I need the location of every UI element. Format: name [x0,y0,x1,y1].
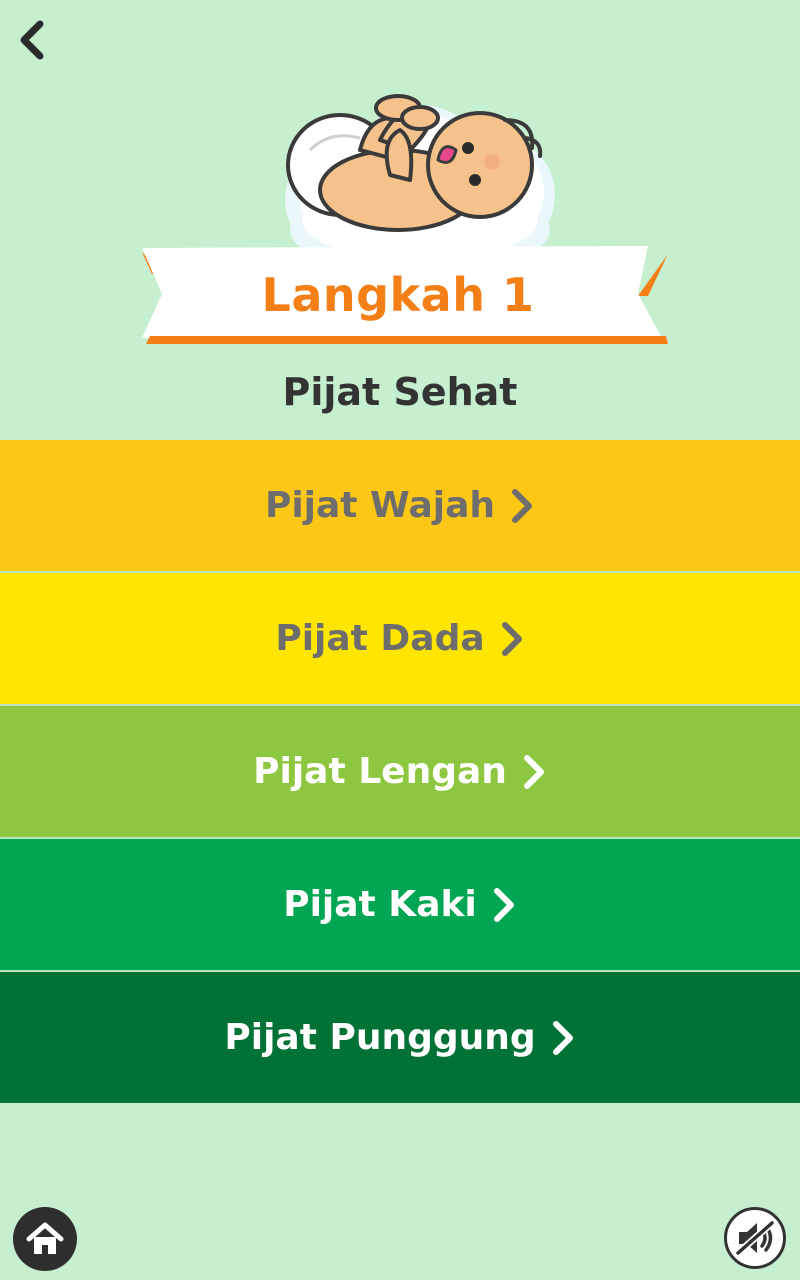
massage-menu: Pijat Wajah Pijat Dada Pijat Lengan Pijat K… [0,440,800,1103]
page-subtitle: Pijat Sehat [282,370,518,414]
back-button[interactable] [8,14,56,66]
menu-item-label: Pijat Punggung [224,1017,536,1058]
menu-item-pijat-lengan[interactable]: Pijat Lengan [0,706,800,839]
home-icon [26,1222,64,1254]
chevron-right-icon [521,754,547,790]
step-title: Langkah 1 [261,268,535,322]
menu-item-label: Pijat Wajah [264,485,496,526]
chevron-right-icon [499,621,525,657]
menu-item-pijat-dada[interactable]: Pijat Dada [0,573,800,706]
chevron-left-icon [20,20,44,60]
sound-muted-icon [734,1219,776,1257]
menu-item-pijat-kaki[interactable]: Pijat Kaki [0,839,800,972]
menu-item-label: Pijat Dada [275,618,485,659]
chevron-right-icon [509,488,535,524]
chevron-right-icon [491,887,517,923]
sound-toggle-button[interactable] [724,1207,786,1269]
chevron-right-icon [550,1020,576,1056]
menu-item-pijat-wajah[interactable]: Pijat Wajah [0,440,800,573]
menu-item-label: Pijat Kaki [283,884,477,925]
home-button[interactable] [13,1207,77,1271]
menu-item-label: Pijat Lengan [253,751,507,792]
menu-item-pijat-punggung[interactable]: Pijat Punggung [0,972,800,1103]
